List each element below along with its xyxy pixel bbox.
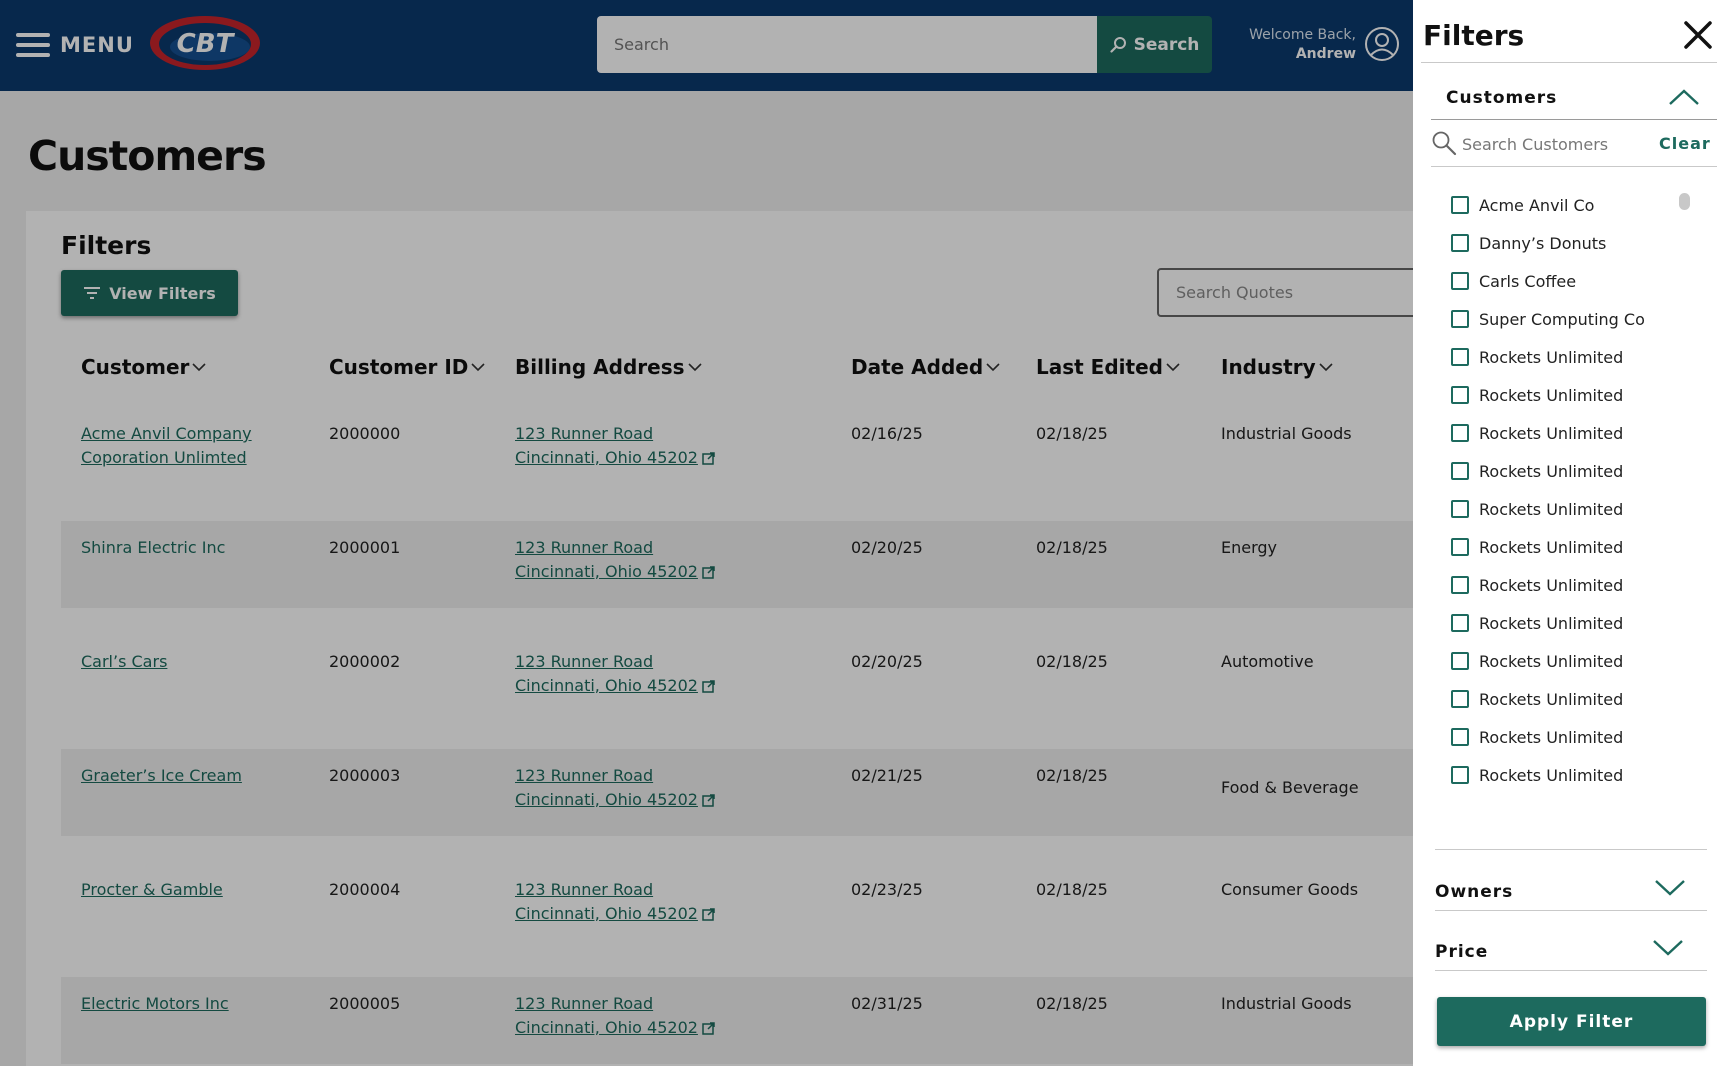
customer-filter-option[interactable]: Rockets Unlimited [1451,573,1623,597]
option-label: Rockets Unlimited [1479,689,1624,709]
customer-filter-option[interactable]: Rockets Unlimited [1451,383,1623,407]
close-icon[interactable] [1681,18,1715,52]
chevron-down-icon[interactable] [1652,939,1684,957]
checkbox[interactable] [1451,462,1469,480]
filters-drawer: Filters Customers Clear Acme Anvil Co Da… [1413,0,1725,1066]
customer-filter-option[interactable]: Rockets Unlimited [1451,649,1623,673]
checkbox[interactable] [1451,766,1469,784]
checkbox[interactable] [1451,386,1469,404]
drawer-title: Filters [1423,19,1525,52]
option-label: Carls Coffee [1479,271,1577,291]
price-section-label[interactable]: Price [1435,942,1488,962]
customer-filter-option[interactable]: Rockets Unlimited [1451,763,1623,787]
option-label: Rockets Unlimited [1479,499,1624,519]
customer-filter-option[interactable]: Super Computing Co [1451,307,1645,331]
option-label: Rockets Unlimited [1479,727,1624,747]
checkbox[interactable] [1451,500,1469,518]
apply-filter-button[interactable]: Apply Filter [1437,997,1706,1046]
checkbox[interactable] [1451,576,1469,594]
customer-filter-option[interactable]: Acme Anvil Co [1451,193,1594,217]
option-label: Rockets Unlimited [1479,347,1624,367]
chevron-up-icon[interactable] [1668,88,1700,106]
section-divider [1431,166,1717,167]
option-label: Rockets Unlimited [1479,613,1624,633]
customer-filter-option[interactable]: Rockets Unlimited [1451,535,1623,559]
option-label: Rockets Unlimited [1479,651,1624,671]
search-customers-input[interactable] [1462,131,1632,157]
option-label: Rockets Unlimited [1479,385,1624,405]
customer-filter-option[interactable]: Rockets Unlimited [1451,725,1623,749]
option-label: Danny’s Donuts [1479,233,1607,253]
customers-section-label[interactable]: Customers [1446,88,1557,108]
customer-filter-option[interactable]: Rockets Unlimited [1451,345,1623,369]
search-icon [1432,131,1457,156]
option-label: Rockets Unlimited [1479,461,1624,481]
customer-filter-option[interactable]: Rockets Unlimited [1451,497,1623,521]
checkbox[interactable] [1451,690,1469,708]
clear-button[interactable]: Clear [1659,134,1711,153]
checkbox[interactable] [1451,196,1469,214]
customer-filter-option[interactable]: Rockets Unlimited [1451,421,1623,445]
option-label: Super Computing Co [1479,309,1645,329]
section-divider [1435,849,1707,850]
option-label: Rockets Unlimited [1479,537,1624,557]
customer-filter-option[interactable]: Rockets Unlimited [1451,687,1623,711]
option-label: Rockets Unlimited [1479,575,1624,595]
customer-filter-option[interactable]: Rockets Unlimited [1451,611,1623,635]
section-divider [1435,910,1707,911]
option-label: Acme Anvil Co [1479,195,1595,215]
checkbox[interactable] [1451,728,1469,746]
checkbox[interactable] [1451,310,1469,328]
checkbox[interactable] [1451,538,1469,556]
checkbox[interactable] [1451,424,1469,442]
modal-overlay[interactable] [0,0,1413,1066]
option-label: Rockets Unlimited [1479,765,1624,785]
chevron-down-icon[interactable] [1654,879,1686,897]
section-divider [1431,119,1717,120]
list-scrollbar[interactable] [1679,193,1690,210]
checkbox[interactable] [1451,652,1469,670]
checkbox[interactable] [1451,348,1469,366]
drawer-divider [1421,62,1717,63]
customer-filter-option[interactable]: Danny’s Donuts [1451,231,1606,255]
checkbox[interactable] [1451,234,1469,252]
option-label: Rockets Unlimited [1479,423,1624,443]
checkbox[interactable] [1451,272,1469,290]
checkbox[interactable] [1451,614,1469,632]
owners-section-label[interactable]: Owners [1435,882,1513,902]
section-divider [1435,970,1707,971]
customer-filter-option[interactable]: Carls Coffee [1451,269,1576,293]
customer-filter-option[interactable]: Rockets Unlimited [1451,459,1623,483]
